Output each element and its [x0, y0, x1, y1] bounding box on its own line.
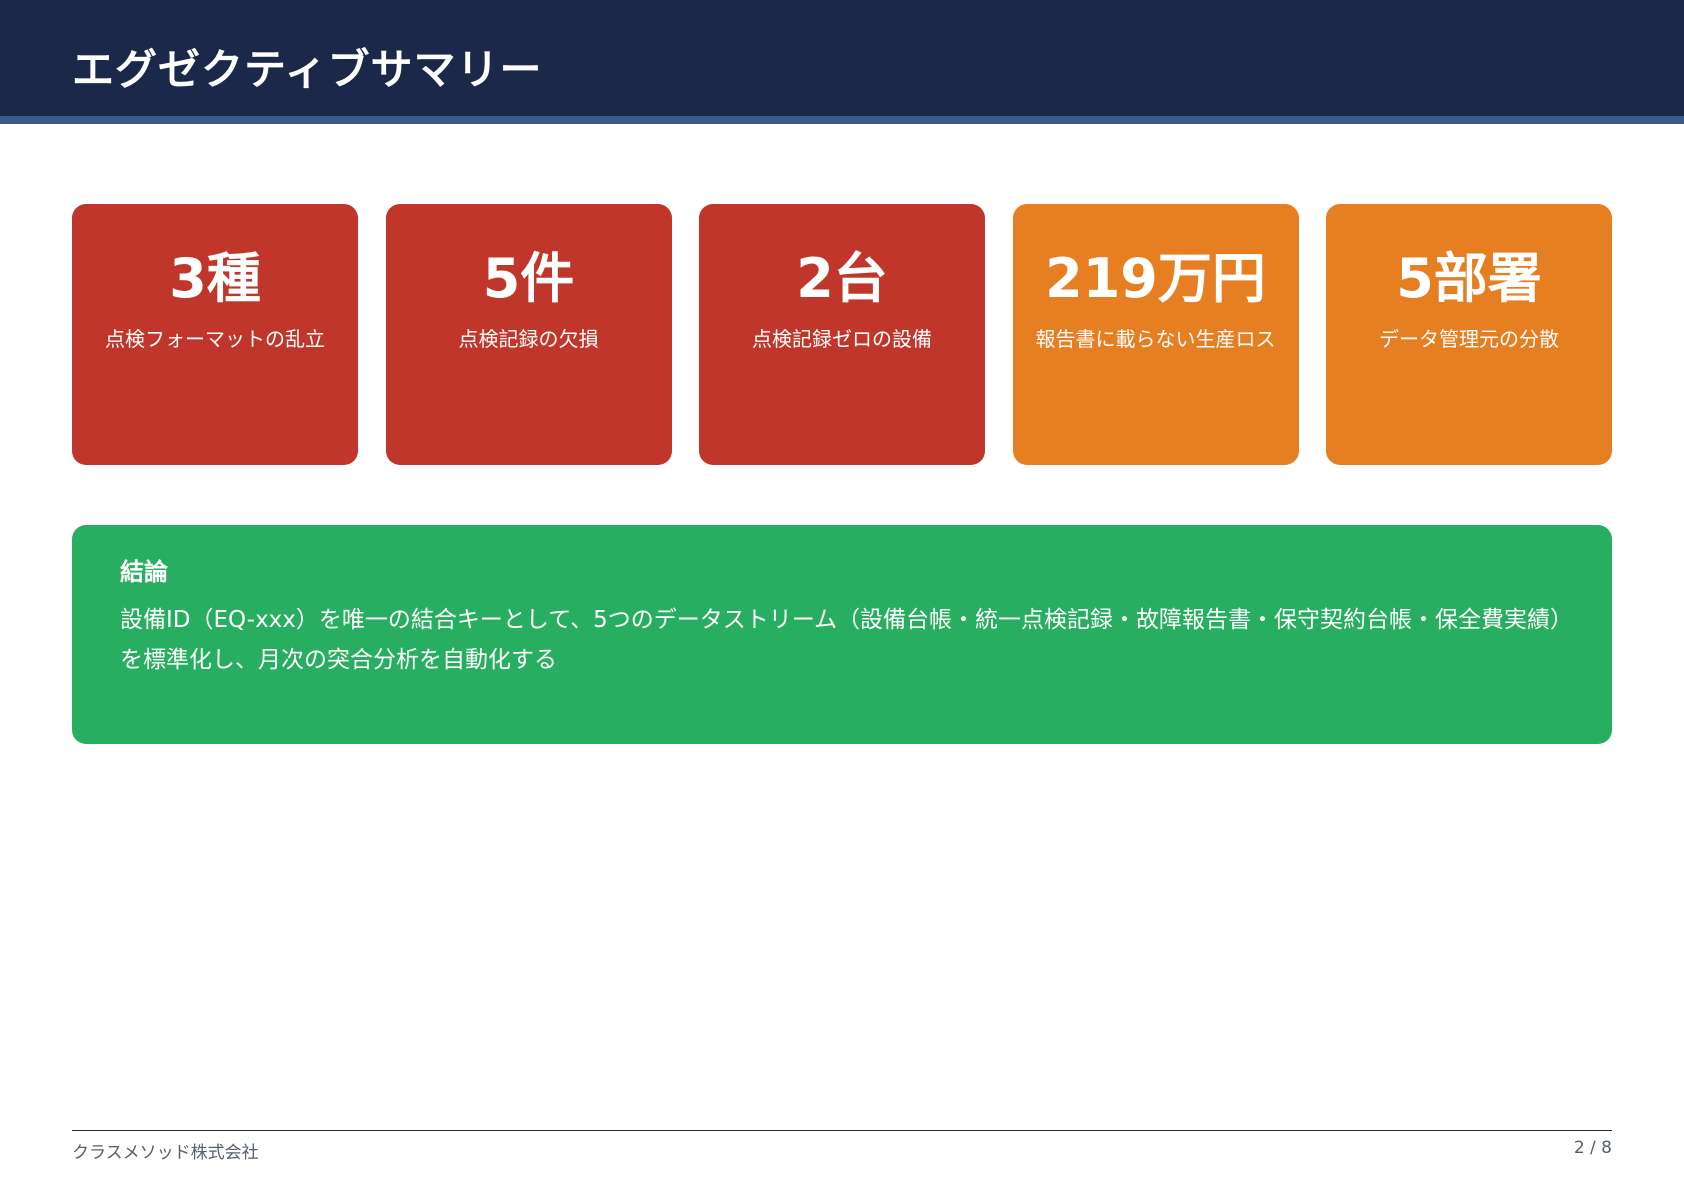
kpi-card-production-loss: 219万円 報告書に載らない生産ロス: [1012, 204, 1299, 465]
footer-company-name: クラスメソッド株式会社: [72, 1143, 259, 1163]
kpi-card-row: 3種 点検フォーマットの乱立 5件 点検記録の欠損 2台 点検記録ゼロの設備 2…: [72, 204, 1612, 465]
kpi-label: 点検フォーマットの乱立: [105, 327, 325, 352]
conclusion-heading: 結論: [120, 558, 168, 586]
slide-header: エグゼクティブサマリー: [0, 0, 1684, 124]
conclusion-text: 設備ID（EQ-xxx）を唯一の結合キーとして、5つのデータストリーム（設備台帳…: [120, 607, 1562, 674]
kpi-label: 報告書に載らない生産ロス: [1035, 327, 1276, 352]
conclusion-box: 結論 設備ID（EQ-xxx）を唯一の結合キーとして、5つのデータストリーム（設…: [72, 525, 1612, 744]
kpi-card-zero-record-equipment: 2台 点検記録ゼロの設備: [699, 204, 985, 465]
kpi-value: 3種: [169, 247, 261, 310]
page-title: エグゼクティブサマリー: [72, 45, 543, 94]
page-number: 2 / 8: [1573, 1138, 1612, 1158]
kpi-label: データ管理元の分散: [1379, 327, 1559, 352]
kpi-label: 点検記録ゼロの設備: [752, 327, 932, 352]
footer-divider: [72, 1130, 1612, 1131]
kpi-card-departments: 5部署 データ管理元の分散: [1326, 204, 1612, 465]
kpi-card-missing-records: 5件 点検記録の欠損: [385, 204, 672, 465]
kpi-label: 点検記録の欠損: [458, 327, 599, 352]
kpi-value: 2台: [796, 247, 888, 310]
kpi-value: 5件: [482, 247, 575, 310]
kpi-value: 5部署: [1396, 247, 1542, 310]
kpi-card-format-types: 3種 点検フォーマットの乱立: [72, 204, 358, 465]
kpi-value: 219万円: [1045, 247, 1266, 310]
